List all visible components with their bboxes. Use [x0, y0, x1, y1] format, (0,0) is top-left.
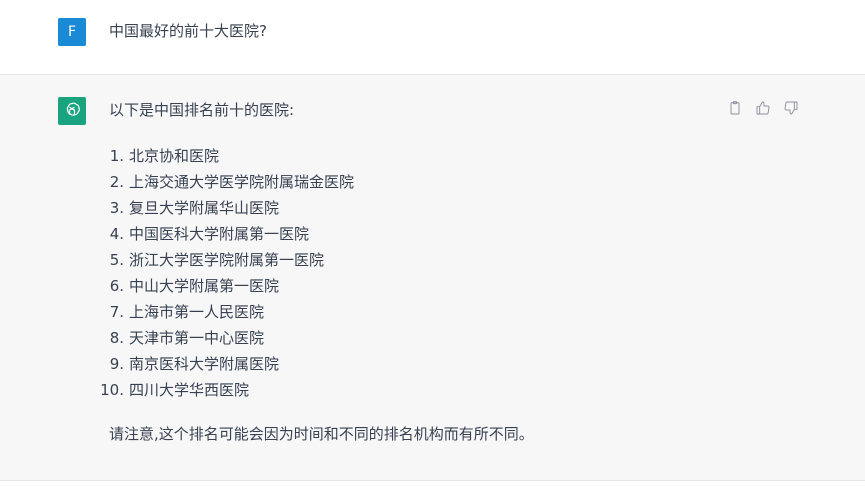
thumbs-down-button[interactable]	[782, 99, 800, 117]
copy-button[interactable]	[726, 99, 744, 117]
list-item-text: 中山大学附属第一医院	[129, 277, 280, 295]
list-item: 5. 浙江大学医学院附属第一医院	[96, 247, 354, 273]
list-item: 4. 中国医科大学附属第一医院	[96, 221, 354, 247]
thumbs-down-icon	[784, 101, 798, 115]
list-item-number: 4.	[109, 225, 124, 243]
list-item: 10. 四川大学华西医院	[96, 377, 354, 403]
list-item-number: 1.	[109, 147, 124, 165]
assistant-message-row: 以下是中国排名前十的医院: 1. 北京协和医院 2. 上海交通大学医学院附属瑞金医院…	[0, 75, 865, 481]
list-item-text: 南京医科大学附属医院	[129, 355, 280, 373]
list-item-text: 天津市第一中心医院	[129, 329, 265, 347]
list-item-text: 复旦大学附属华山医院	[129, 199, 280, 217]
list-item-number: 6.	[109, 277, 124, 295]
list-item-number: 2.	[109, 173, 124, 191]
list-item-number: 9.	[109, 355, 124, 373]
list-item-number: 8.	[109, 329, 124, 347]
user-message-row: F 中国最好的前十大医院?	[0, 0, 865, 75]
list-item-number: 10.	[100, 381, 124, 399]
list-item: 6. 中山大学附属第一医院	[96, 273, 354, 299]
openai-logo-icon	[58, 97, 86, 125]
user-avatar: F	[58, 18, 86, 46]
list-item: 8. 天津市第一中心医院	[96, 325, 354, 351]
assistant-intro-text: 以下是中国排名前十的医院:	[109, 101, 295, 119]
assistant-note-text: 请注意,这个排名可能会因为时间和不同的排名机构而有所不同。	[109, 425, 534, 443]
list-item: 9. 南京医科大学附属医院	[96, 351, 354, 377]
list-item-text: 中国医科大学附属第一医院	[129, 225, 310, 243]
list-item-text: 浙江大学医学院附属第一医院	[129, 251, 325, 269]
list-item-number: 5.	[109, 251, 124, 269]
message-actions	[726, 99, 800, 117]
list-item: 3. 复旦大学附属华山医院	[96, 195, 354, 221]
list-item: 1. 北京协和医院	[96, 143, 354, 169]
list-item-number: 7.	[109, 303, 124, 321]
clipboard-icon	[730, 101, 740, 115]
list-item-text: 四川大学华西医院	[129, 381, 250, 399]
thumbs-up-icon	[756, 101, 770, 115]
list-item-text: 上海交通大学医学院附属瑞金医院	[129, 173, 355, 191]
hospital-list: 1. 北京协和医院 2. 上海交通大学医学院附属瑞金医院 3. 复旦大学附属华山医院 …	[96, 143, 354, 403]
user-message-text: 中国最好的前十大医院?	[109, 22, 267, 40]
list-item-text: 上海市第一人民医院	[129, 303, 265, 321]
thumbs-up-button[interactable]	[754, 99, 772, 117]
list-item-text: 北京协和医院	[129, 147, 220, 165]
list-item: 2. 上海交通大学医学院附属瑞金医院	[96, 169, 354, 195]
list-item-number: 3.	[109, 199, 124, 217]
list-item: 7. 上海市第一人民医院	[96, 299, 354, 325]
